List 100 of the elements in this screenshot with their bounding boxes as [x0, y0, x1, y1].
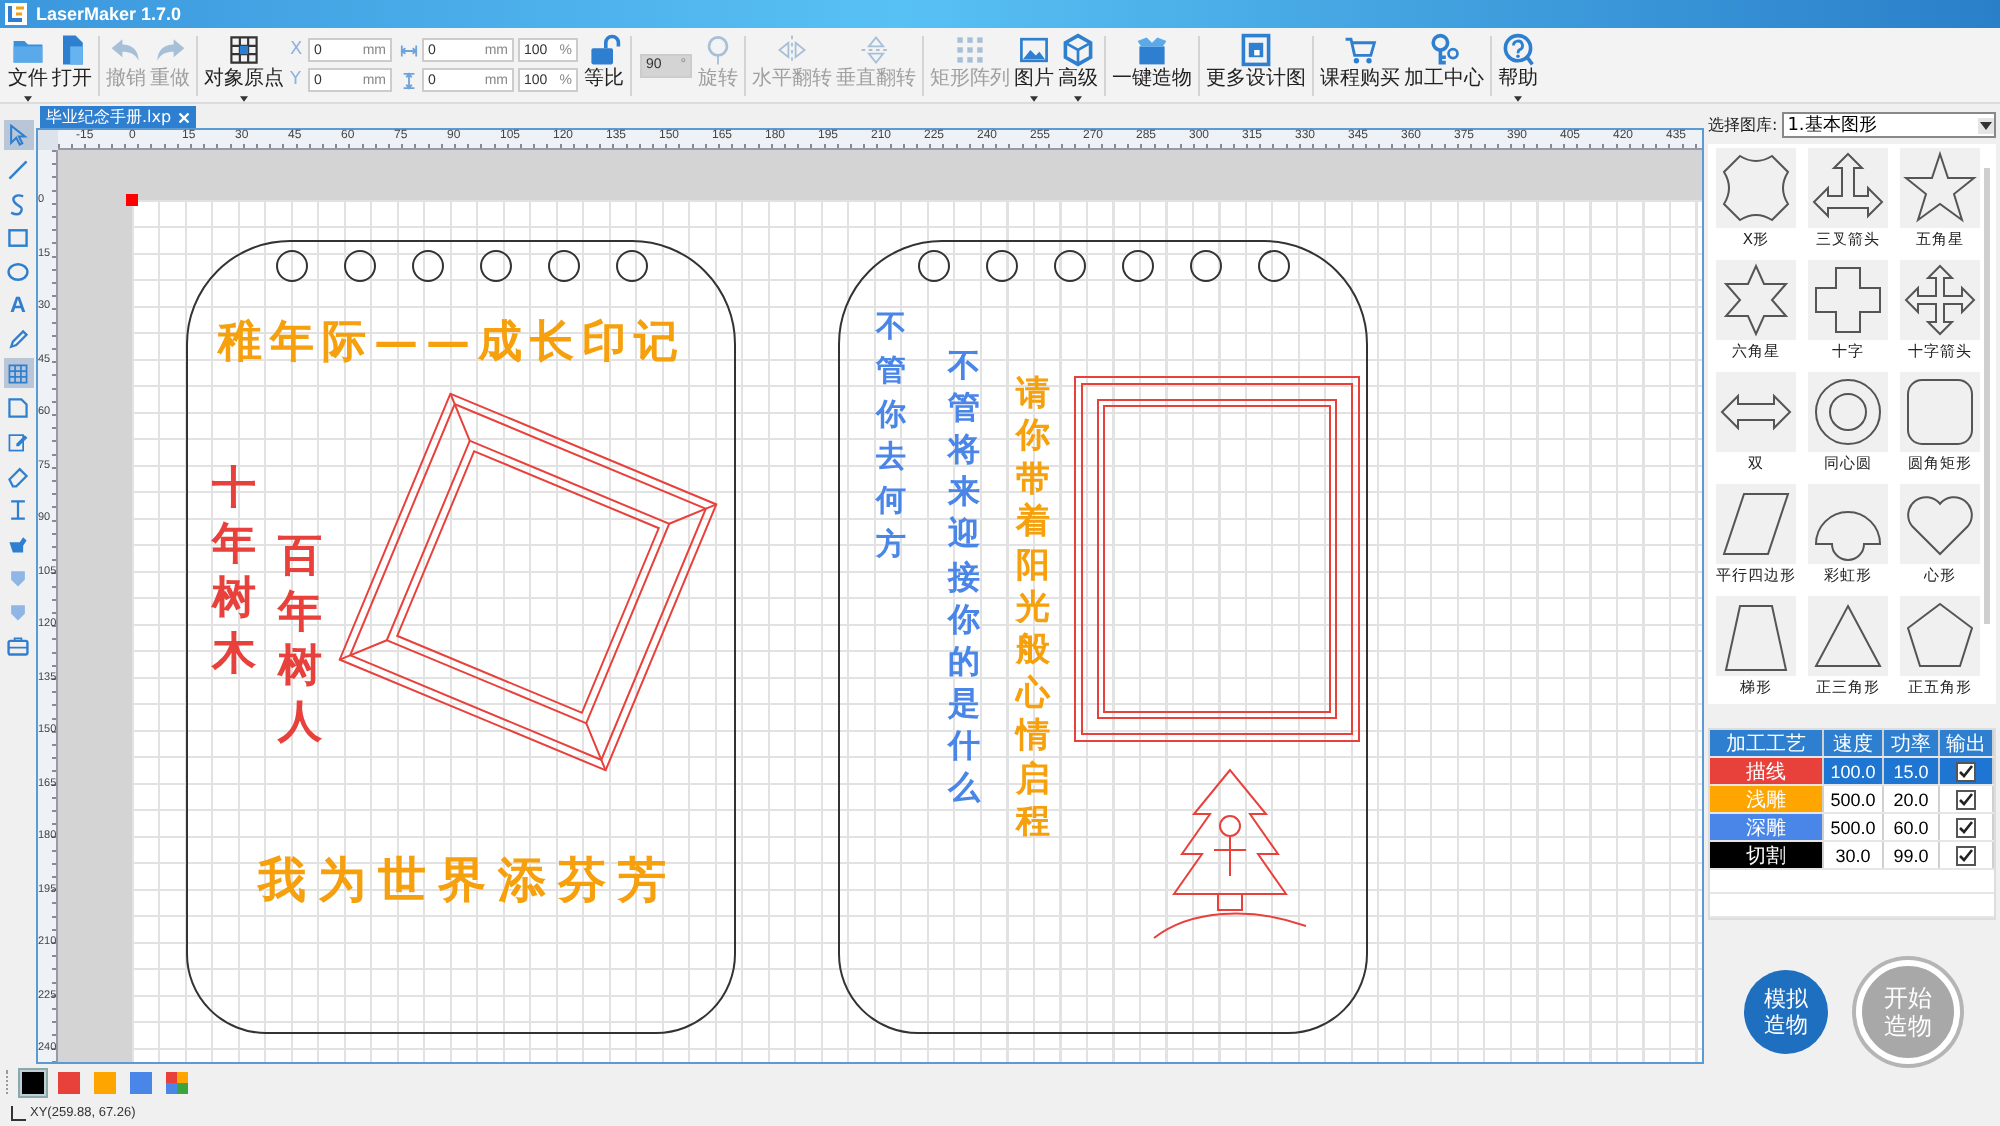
color-swatch[interactable]: [18, 1067, 48, 1097]
shape-icon: [1808, 260, 1888, 340]
output-checkbox[interactable]: [1956, 761, 1976, 781]
tool-icon: [6, 157, 30, 181]
ring-hole: [1257, 250, 1289, 282]
card-text: 不管你去何方: [876, 306, 906, 566]
axes-icon: [10, 1105, 26, 1121]
toolbar-grip[interactable]: [6, 1070, 12, 1094]
tool-button[interactable]: [3, 324, 33, 354]
caret-icon: [240, 95, 248, 101]
width-icon: [400, 41, 418, 59]
toolbar-button[interactable]: 更多设计图: [1204, 29, 1308, 101]
color-swatch[interactable]: [126, 1067, 156, 1097]
process-name: 切割: [1710, 842, 1824, 868]
caret-icon: [1030, 95, 1038, 101]
tool-button[interactable]: [3, 120, 33, 150]
shape-icon: [1716, 260, 1796, 340]
output-checkbox[interactable]: [1956, 789, 1976, 809]
ring-hole: [615, 250, 647, 282]
toolbar-icon: [586, 31, 622, 67]
ring-hole: [1189, 250, 1221, 282]
card-text: 百年树人: [278, 530, 322, 750]
axis-label: X: [290, 40, 304, 60]
process-name: 浅雕: [1710, 786, 1824, 812]
gallery-dropdown[interactable]: 1.基本图形: [1781, 112, 1996, 138]
ring-hole: [1121, 250, 1153, 282]
tool-button[interactable]: [3, 358, 33, 388]
color-swatch[interactable]: [162, 1067, 192, 1097]
scrollbar[interactable]: [1984, 168, 1990, 624]
multicolor-icon: [166, 1071, 188, 1093]
color-swatch[interactable]: [54, 1067, 84, 1097]
toolbar-icon: [1134, 31, 1170, 67]
shape-icon: [1808, 372, 1888, 452]
tool-icon: [6, 463, 30, 487]
caret-icon: [1514, 95, 1522, 101]
column-header: 速度: [1824, 730, 1884, 756]
column-header: 输出: [1940, 730, 1994, 756]
shape-icon: [1716, 372, 1796, 452]
shape-icon: [1716, 484, 1796, 564]
table-cell: 30.0: [1824, 842, 1884, 868]
toolbar-button[interactable]: 一键造物: [1110, 29, 1194, 101]
toolbar-button[interactable]: 帮助: [1496, 29, 1540, 101]
height-icon: [400, 71, 418, 89]
card-text: 我为世界添芬芳: [258, 852, 678, 910]
color-swatch[interactable]: [90, 1067, 120, 1097]
table-row[interactable]: 深雕 500.0 60.0: [1710, 814, 1994, 842]
output-checkbox[interactable]: [1956, 817, 1976, 837]
shape-icon: [1716, 596, 1796, 676]
output-checkbox[interactable]: [1956, 845, 1976, 865]
toolbar-button[interactable]: 图片: [1012, 29, 1056, 101]
card-text: 稚年际——成长印记: [218, 316, 686, 369]
ruler-corner: [38, 130, 58, 150]
toolbar-button[interactable]: 加工中心: [1402, 29, 1486, 101]
card-text: 请你带着阳光般心情启程: [1016, 374, 1050, 845]
ring-hole: [411, 250, 443, 282]
toolbar-button[interactable]: 高级: [1056, 29, 1100, 101]
card-text: 不管将来迎接你的是什么: [948, 344, 980, 809]
tool-icon: [6, 225, 30, 249]
toolbar-button[interactable]: 打开: [50, 29, 94, 101]
column-header: 功率: [1884, 730, 1940, 756]
origin-marker: [126, 194, 138, 206]
ring-hole: [343, 250, 375, 282]
process-name: 深雕: [1710, 814, 1824, 840]
shape-icon: [1900, 596, 1980, 676]
tool-icon: [6, 123, 30, 147]
table-cell: 15.0: [1884, 758, 1940, 784]
caret-icon: [24, 95, 32, 101]
close-icon[interactable]: [177, 111, 190, 123]
tool-icon: [6, 599, 30, 623]
table-row[interactable]: 切割 30.0 99.0: [1710, 842, 1994, 870]
tool-icon: [6, 565, 30, 589]
toolbar-button[interactable]: 课程购买: [1318, 29, 1402, 101]
tool-icon: [6, 395, 30, 419]
table-cell: 500.0: [1824, 786, 1884, 812]
table-row[interactable]: 浅雕 500.0 20.0: [1710, 786, 1994, 814]
shape-icon: [1900, 484, 1980, 564]
toolbar-button[interactable]: 对象原点: [202, 29, 286, 101]
tool-icon: [6, 531, 30, 555]
ring-hole: [275, 250, 307, 282]
toolbar-button[interactable]: 文件: [6, 29, 50, 101]
toolbar-icon: [1500, 31, 1536, 67]
document-tab[interactable]: 毕业纪念手册.lxp: [40, 106, 196, 128]
action-button[interactable]: 模拟造物: [1744, 970, 1828, 1054]
ring-hole: [917, 250, 949, 282]
table-cell: 20.0: [1884, 786, 1940, 812]
tool-button[interactable]: A: [3, 290, 33, 320]
tool-icon: [6, 429, 30, 453]
toolbar-icon: [952, 31, 988, 67]
tool-icon: [6, 259, 30, 283]
ring-hole: [479, 250, 511, 282]
toolbar-button[interactable]: 等比: [582, 29, 626, 101]
table-row[interactable]: 描线 100.0 15.0: [1710, 758, 1994, 786]
table-cell: 100.0: [1824, 758, 1884, 784]
toolbar-icon: [1060, 31, 1096, 67]
caret-icon: [1074, 95, 1082, 101]
tool-button[interactable]: [3, 392, 33, 422]
process-name: 描线: [1710, 758, 1824, 784]
tool-icon: [6, 327, 30, 351]
shape-icon: [1900, 148, 1980, 228]
table-cell: 500.0: [1824, 814, 1884, 840]
